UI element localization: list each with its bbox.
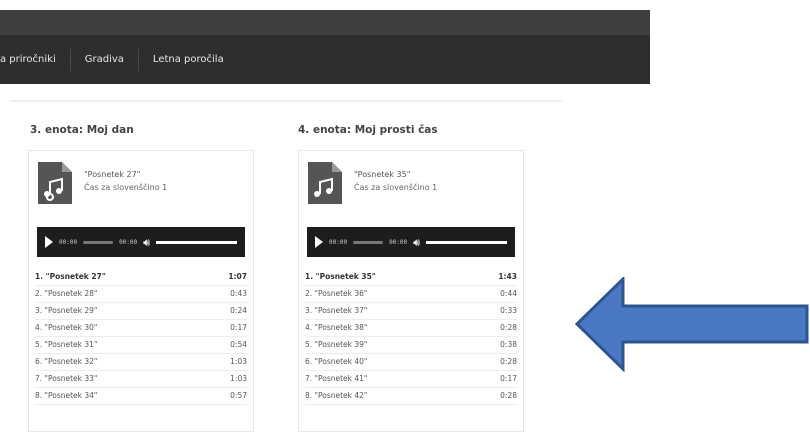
section-title-unit-4: 4. enota: Moj prosti čas — [298, 124, 438, 136]
track-duration: 0:54 — [230, 340, 247, 349]
track-name: 6. "Posnetek 32" — [35, 357, 98, 366]
duration-time: 00:00 — [389, 238, 408, 246]
album-name: Čas za slovenščino 1 — [84, 183, 168, 192]
audio-player: 00:00 00:00 🔊︎ — [307, 227, 515, 257]
track-list: 1. "Posnetek 27" 1:07 2. "Posnetek 28" 0:4… — [35, 269, 247, 405]
list-item[interactable]: 1. "Posnetek 35" 1:43 — [305, 269, 517, 286]
current-time: 00:00 — [329, 238, 348, 246]
top-bar — [0, 10, 650, 35]
list-item[interactable]: 2. "Posnetek 36" 0:44 — [305, 286, 517, 303]
audio-card-unit-3: "Posnetek 27" Čas za slovenščino 1 00:00… — [28, 150, 254, 432]
volume-icon[interactable]: 🔊︎ — [143, 237, 150, 248]
list-item[interactable]: 7. "Posnetek 41" 0:17 — [305, 371, 517, 388]
progress-bar[interactable] — [83, 240, 114, 244]
volume-slider[interactable] — [156, 240, 237, 244]
track-name: 7. "Posnetek 33" — [35, 374, 98, 383]
nav-item-gradiva[interactable]: Gradiva — [71, 48, 139, 71]
volume-icon[interactable]: 🔊︎ — [413, 237, 420, 248]
nav-item-prirocniki[interactable]: a priročniki — [0, 48, 71, 71]
track-name: 5. "Posnetek 39" — [305, 340, 368, 349]
track-duration: 0:28 — [500, 391, 517, 400]
now-playing-title: "Posnetek 35" — [354, 170, 411, 179]
track-name: 3. "Posnetek 37" — [305, 306, 368, 315]
progress-bar[interactable] — [353, 240, 384, 244]
list-item[interactable]: 1. "Posnetek 27" 1:07 — [35, 269, 247, 286]
track-name: 8. "Posnetek 42" — [305, 391, 368, 400]
track-duration: 0:17 — [230, 323, 247, 332]
track-duration: 0:38 — [500, 340, 517, 349]
track-duration: 0:17 — [500, 374, 517, 383]
list-item[interactable]: 7. "Posnetek 33" 1:03 — [35, 371, 247, 388]
track-duration: 0:28 — [500, 323, 517, 332]
play-icon[interactable] — [45, 236, 53, 248]
list-item[interactable]: 6. "Posnetek 32" 1:03 — [35, 354, 247, 371]
content-divider — [10, 100, 562, 102]
card-header: "Posnetek 27" Čas za slovenščino 1 — [29, 151, 253, 221]
card-header: "Posnetek 35" Čas za slovenščino 1 — [299, 151, 523, 221]
duration-time: 00:00 — [119, 238, 138, 246]
list-item[interactable]: 4. "Posnetek 30" 0:17 — [35, 320, 247, 337]
music-file-icon — [308, 162, 342, 204]
track-name: 5. "Posnetek 31" — [35, 340, 98, 349]
track-name: 7. "Posnetek 41" — [305, 374, 368, 383]
track-duration: 0:28 — [500, 357, 517, 366]
track-name: 3. "Posnetek 29" — [35, 306, 98, 315]
main-nav: a priročniki Gradiva Letna poročila — [0, 35, 650, 84]
left-arrow-icon — [575, 277, 809, 372]
now-playing-title: "Posnetek 27" — [84, 170, 141, 179]
track-duration: 1:03 — [230, 374, 247, 383]
track-name: 8. "Posnetek 34" — [35, 391, 98, 400]
track-name: 4. "Posnetek 30" — [35, 323, 98, 332]
track-name: 4. "Posnetek 38" — [305, 323, 368, 332]
track-name: 6. "Posnetek 40" — [305, 357, 368, 366]
track-duration: 0:44 — [500, 289, 517, 298]
list-item[interactable]: 8. "Posnetek 34" 0:57 — [35, 388, 247, 405]
track-name: 2. "Posnetek 36" — [305, 289, 368, 298]
track-name: 1. "Posnetek 27" — [35, 272, 106, 281]
track-duration: 1:43 — [498, 272, 517, 281]
track-duration: 0:57 — [230, 391, 247, 400]
track-name: 2. "Posnetek 28" — [35, 289, 98, 298]
list-item[interactable]: 3. "Posnetek 29" 0:24 — [35, 303, 247, 320]
track-duration: 0:43 — [230, 289, 247, 298]
track-duration: 0:24 — [230, 306, 247, 315]
list-item[interactable]: 6. "Posnetek 40" 0:28 — [305, 354, 517, 371]
album-name: Čas za slovenščino 1 — [354, 183, 438, 192]
track-duration: 1:07 — [228, 272, 247, 281]
track-name: 1. "Posnetek 35" — [305, 272, 376, 281]
current-time: 00:00 — [59, 238, 78, 246]
list-item[interactable]: 3. "Posnetek 37" 0:33 — [305, 303, 517, 320]
volume-slider[interactable] — [426, 240, 507, 244]
section-title-unit-3: 3. enota: Moj dan — [30, 124, 134, 136]
track-list: 1. "Posnetek 35" 1:43 2. "Posnetek 36" 0:4… — [305, 269, 517, 405]
play-icon[interactable] — [315, 236, 323, 248]
list-item[interactable]: 5. "Posnetek 31" 0:54 — [35, 337, 247, 354]
list-item[interactable]: 4. "Posnetek 38" 0:28 — [305, 320, 517, 337]
list-item[interactable]: 5. "Posnetek 39" 0:38 — [305, 337, 517, 354]
audio-card-unit-4: "Posnetek 35" Čas za slovenščino 1 00:00… — [298, 150, 524, 432]
list-item[interactable]: 8. "Posnetek 42" 0:28 — [305, 388, 517, 405]
nav-item-letna-porocila[interactable]: Letna poročila — [139, 49, 238, 71]
list-item[interactable]: 2. "Posnetek 28" 0:43 — [35, 286, 247, 303]
audio-player: 00:00 00:00 🔊︎ — [37, 227, 245, 257]
track-duration: 0:33 — [500, 306, 517, 315]
track-duration: 1:03 — [230, 357, 247, 366]
music-file-icon — [38, 162, 72, 204]
